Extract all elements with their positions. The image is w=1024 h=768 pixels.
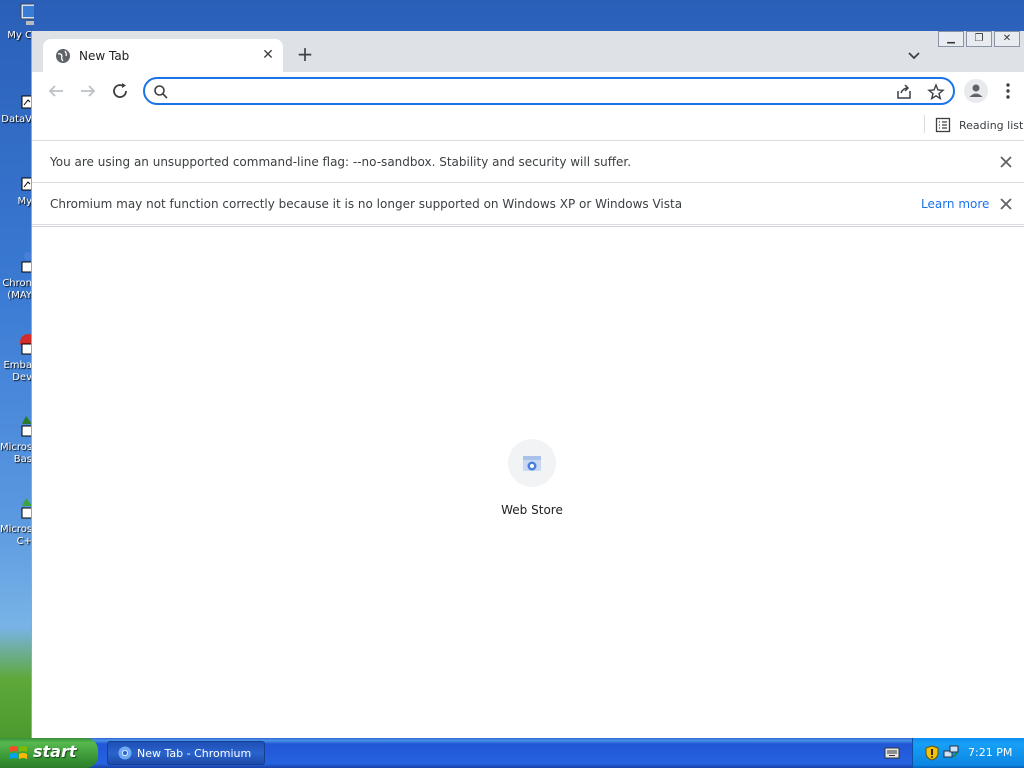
reading-list-label: Reading list bbox=[959, 118, 1024, 132]
forward-arrow-icon[interactable] bbox=[76, 79, 100, 103]
close-window-button[interactable]: ✕ bbox=[994, 31, 1020, 47]
clock: 7:21 PM bbox=[968, 746, 1013, 759]
reading-list-icon bbox=[935, 117, 951, 133]
chromium-icon bbox=[118, 746, 132, 760]
bookmarks-separator bbox=[924, 115, 925, 133]
new-tab-button[interactable]: + bbox=[294, 44, 316, 66]
start-label: start bbox=[33, 742, 77, 761]
reload-icon[interactable] bbox=[108, 79, 132, 103]
taskbar-item-label: New Tab - Chromium bbox=[137, 746, 252, 760]
desktop-icon-my-computer[interactable]: My C bbox=[0, 2, 34, 42]
system-tray: 7:21 PM bbox=[912, 738, 1024, 768]
desktop-icon-ms-basic[interactable]: Micros Bas bbox=[0, 414, 34, 466]
shortcut-tile-web-store[interactable]: Web Store bbox=[492, 439, 572, 529]
globe-icon bbox=[56, 49, 70, 63]
infobar-no-sandbox: You are using an unsupported command-lin… bbox=[32, 141, 1024, 183]
profile-avatar-button[interactable] bbox=[964, 79, 988, 103]
minimize-button[interactable]: ▁ bbox=[938, 31, 964, 47]
browser-window: New Tab ✕ + ▁ ❐ ✕ Reading list You are u… bbox=[31, 31, 1024, 738]
desktop-icon-ms-cpp[interactable]: Micros C+ bbox=[0, 496, 34, 548]
desktop-icon-datav[interactable]: DataV bbox=[0, 86, 34, 126]
new-tab-page: Web Store bbox=[32, 227, 1024, 738]
tab-search-chevron-down-icon[interactable] bbox=[904, 45, 924, 65]
computer-icon bbox=[20, 3, 34, 25]
tab-close-icon[interactable]: ✕ bbox=[259, 46, 277, 64]
security-shield-icon[interactable] bbox=[925, 745, 939, 761]
reading-list-button[interactable]: Reading list bbox=[935, 114, 1023, 136]
kebab-menu-icon[interactable] bbox=[1002, 80, 1014, 102]
desktop-icon-embarcadero[interactable]: Emba Dev bbox=[0, 332, 34, 384]
infobar-message: You are using an unsupported command-lin… bbox=[50, 155, 632, 169]
desktop-icon-my[interactable]: My bbox=[0, 168, 34, 208]
tab-title: New Tab bbox=[79, 49, 130, 63]
network-icon[interactable] bbox=[943, 744, 959, 760]
start-button[interactable]: start bbox=[0, 738, 98, 768]
bookmark-star-icon[interactable] bbox=[927, 83, 945, 101]
taskbar-item-chromium[interactable]: New Tab - Chromium bbox=[107, 741, 265, 765]
toolbar bbox=[32, 72, 1024, 110]
desktop-icon-chromium[interactable]: Chron (MAY bbox=[0, 250, 34, 302]
windows-logo-icon bbox=[10, 746, 27, 759]
taskbar: start New Tab - Chromium 7:21 PM bbox=[0, 738, 1024, 768]
restore-button[interactable]: ❐ bbox=[966, 31, 992, 47]
share-icon[interactable] bbox=[895, 83, 913, 101]
learn-more-link[interactable]: Learn more bbox=[921, 197, 989, 211]
web-store-icon bbox=[523, 456, 541, 471]
back-arrow-icon[interactable] bbox=[44, 79, 68, 103]
bookmarks-bar: Reading list bbox=[32, 110, 1024, 141]
infobar-unsupported-os: Chromium may not function correctly beca… bbox=[32, 183, 1024, 225]
person-icon bbox=[969, 84, 983, 97]
close-icon[interactable] bbox=[998, 196, 1014, 212]
search-icon bbox=[154, 85, 168, 99]
shortcut-tile-circle bbox=[508, 439, 556, 487]
tab-strip: New Tab ✕ + ▁ ❐ ✕ bbox=[32, 31, 1024, 72]
tab-new-tab[interactable]: New Tab ✕ bbox=[43, 39, 283, 72]
window-controls: ▁ ❐ ✕ bbox=[938, 31, 1024, 48]
address-bar[interactable] bbox=[143, 77, 955, 105]
keyboard-icon[interactable] bbox=[884, 746, 900, 760]
omnibox-input[interactable] bbox=[175, 82, 875, 100]
infobar-message: Chromium may not function correctly beca… bbox=[50, 197, 683, 211]
close-icon[interactable] bbox=[998, 154, 1014, 170]
shortcut-tile-label: Web Store bbox=[501, 503, 563, 517]
